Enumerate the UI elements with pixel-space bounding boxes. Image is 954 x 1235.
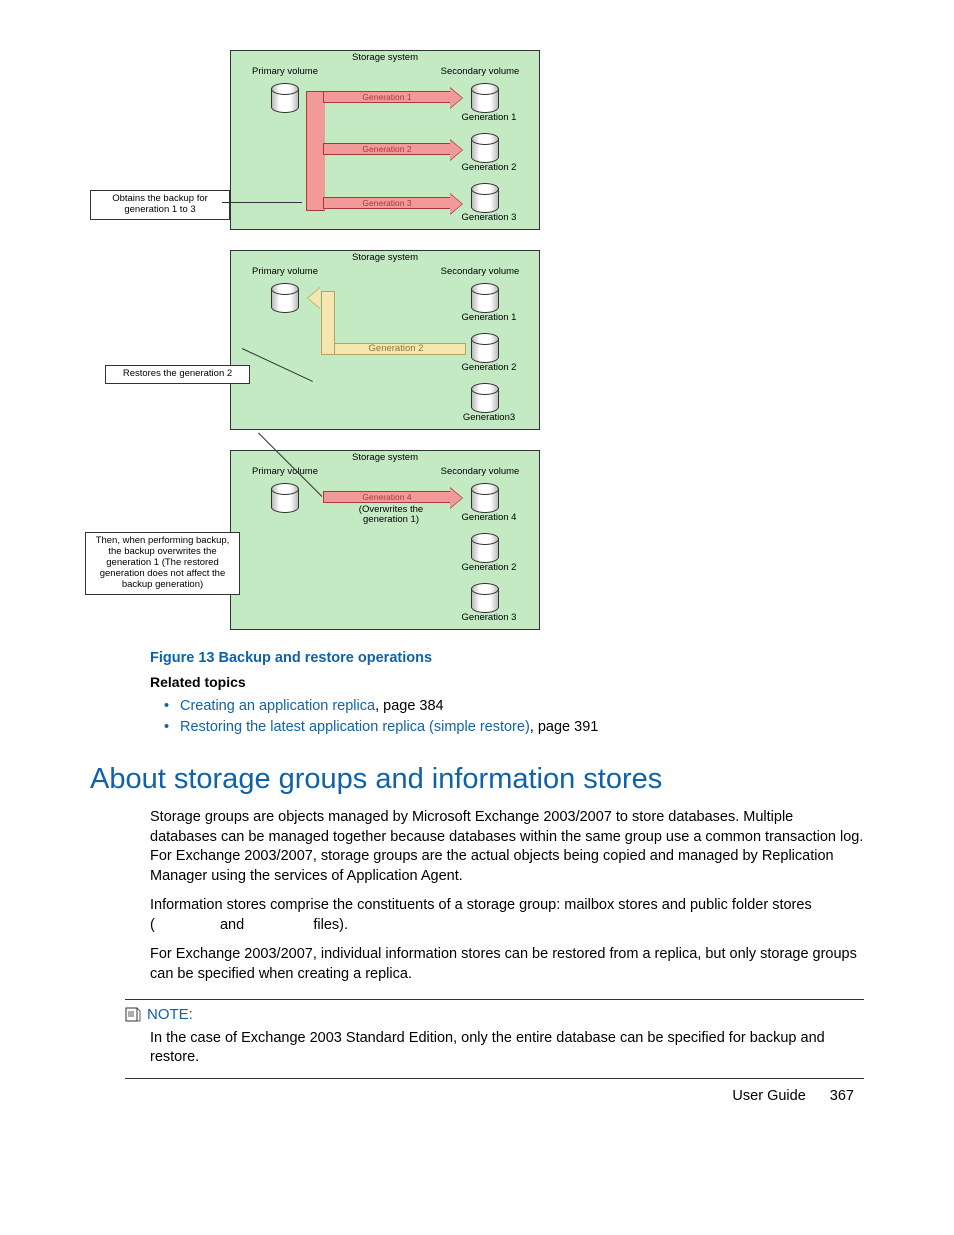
list-item: Creating an application replica, page 38… [164, 698, 864, 714]
secondary-volume-label: Secondary volume [435, 267, 525, 277]
arrow-gen1: Generation 1 [323, 91, 451, 103]
page-footer: User Guide 367 [732, 1088, 854, 1104]
related-suffix: , page 391 [530, 719, 599, 735]
paragraph: Information stores comprise the constitu… [150, 896, 864, 935]
note-icon [125, 1006, 141, 1022]
figure-caption: Figure 13 Backup and restore operations [150, 650, 864, 666]
secondary-cylinder-icon [471, 333, 499, 363]
gen1-label: Generation 1 [459, 313, 519, 323]
footer-title: User Guide [732, 1088, 805, 1104]
storage-system-label: Storage system [231, 453, 539, 463]
note-label: NOTE: [147, 1006, 193, 1023]
related-link[interactable]: Creating an application replica [180, 698, 375, 714]
primary-cylinder-icon [271, 83, 299, 113]
gen2-label: Generation 2 [459, 363, 519, 373]
callout-restore: Restores the generation 2 [105, 365, 250, 384]
primary-cylinder-icon [271, 283, 299, 313]
code-placeholder [155, 917, 216, 933]
secondary-volume-label: Secondary volume [435, 67, 525, 77]
overwrite-note: (Overwrites the generation 1) [346, 505, 436, 526]
gen1-label: Generation 1 [459, 113, 519, 123]
gen3-label: Generation3 [459, 413, 519, 423]
storage-system-label: Storage system [231, 53, 539, 63]
secondary-cylinder-icon [471, 183, 499, 213]
secondary-cylinder-icon [471, 133, 499, 163]
diagram-backup: Storage system Primary volume Secondary … [160, 50, 864, 230]
arrow-gen3: Generation 3 [323, 197, 451, 209]
primary-volume-label: Primary volume [245, 467, 325, 477]
related-topics-list: Creating an application replica, page 38… [164, 698, 864, 735]
list-item: Restoring the latest application replica… [164, 719, 864, 735]
storage-system-label: Storage system [231, 253, 539, 263]
secondary-cylinder-icon [471, 583, 499, 613]
related-suffix: , page 384 [375, 698, 444, 714]
paragraph: Storage groups are objects managed by Mi… [150, 808, 864, 886]
gen2-label: Generation 2 [459, 163, 519, 173]
secondary-cylinder-icon [471, 383, 499, 413]
primary-cylinder-icon [271, 483, 299, 513]
primary-volume-label: Primary volume [245, 267, 325, 277]
code-placeholder [248, 917, 309, 933]
paragraph: For Exchange 2003/2007, individual infor… [150, 945, 864, 984]
arrow-gen2-label: Generation 2 [361, 344, 431, 354]
arrow-gen2: Generation 2 [323, 143, 451, 155]
primary-volume-label: Primary volume [245, 67, 325, 77]
related-link[interactable]: Restoring the latest application replica… [180, 719, 530, 735]
secondary-volume-label: Secondary volume [435, 467, 525, 477]
diagram-restore: Storage system Primary volume Secondary … [160, 250, 864, 430]
callout-backup: Obtains the backup for generation 1 to 3 [90, 190, 230, 220]
secondary-cylinder-icon [471, 533, 499, 563]
callout-overwrite: Then, when performing backup, the backup… [85, 532, 240, 595]
diagram-overwrite: Storage system Primary volume Secondary … [160, 450, 864, 630]
text-fragment: and [216, 917, 248, 933]
secondary-cylinder-icon [471, 83, 499, 113]
gen4-label: Generation 4 [459, 513, 519, 523]
section-heading: About storage groups and information sto… [90, 763, 864, 796]
secondary-cylinder-icon [471, 283, 499, 313]
gen2-label: Generation 2 [459, 563, 519, 573]
related-topics-label: Related topics [150, 674, 864, 690]
page-number: 367 [830, 1088, 854, 1104]
note-block: NOTE: In the case of Exchange 2003 Stand… [125, 999, 864, 1079]
secondary-cylinder-icon [471, 483, 499, 513]
gen3-label: Generation 3 [459, 213, 519, 223]
document-page: Storage system Primary volume Secondary … [0, 0, 954, 1139]
gen3-label: Generation 3 [459, 613, 519, 623]
note-body: In the case of Exchange 2003 Standard Ed… [150, 1029, 864, 1068]
arrow-gen4: Generation 4 [323, 491, 451, 503]
text-fragment: files). [309, 917, 348, 933]
